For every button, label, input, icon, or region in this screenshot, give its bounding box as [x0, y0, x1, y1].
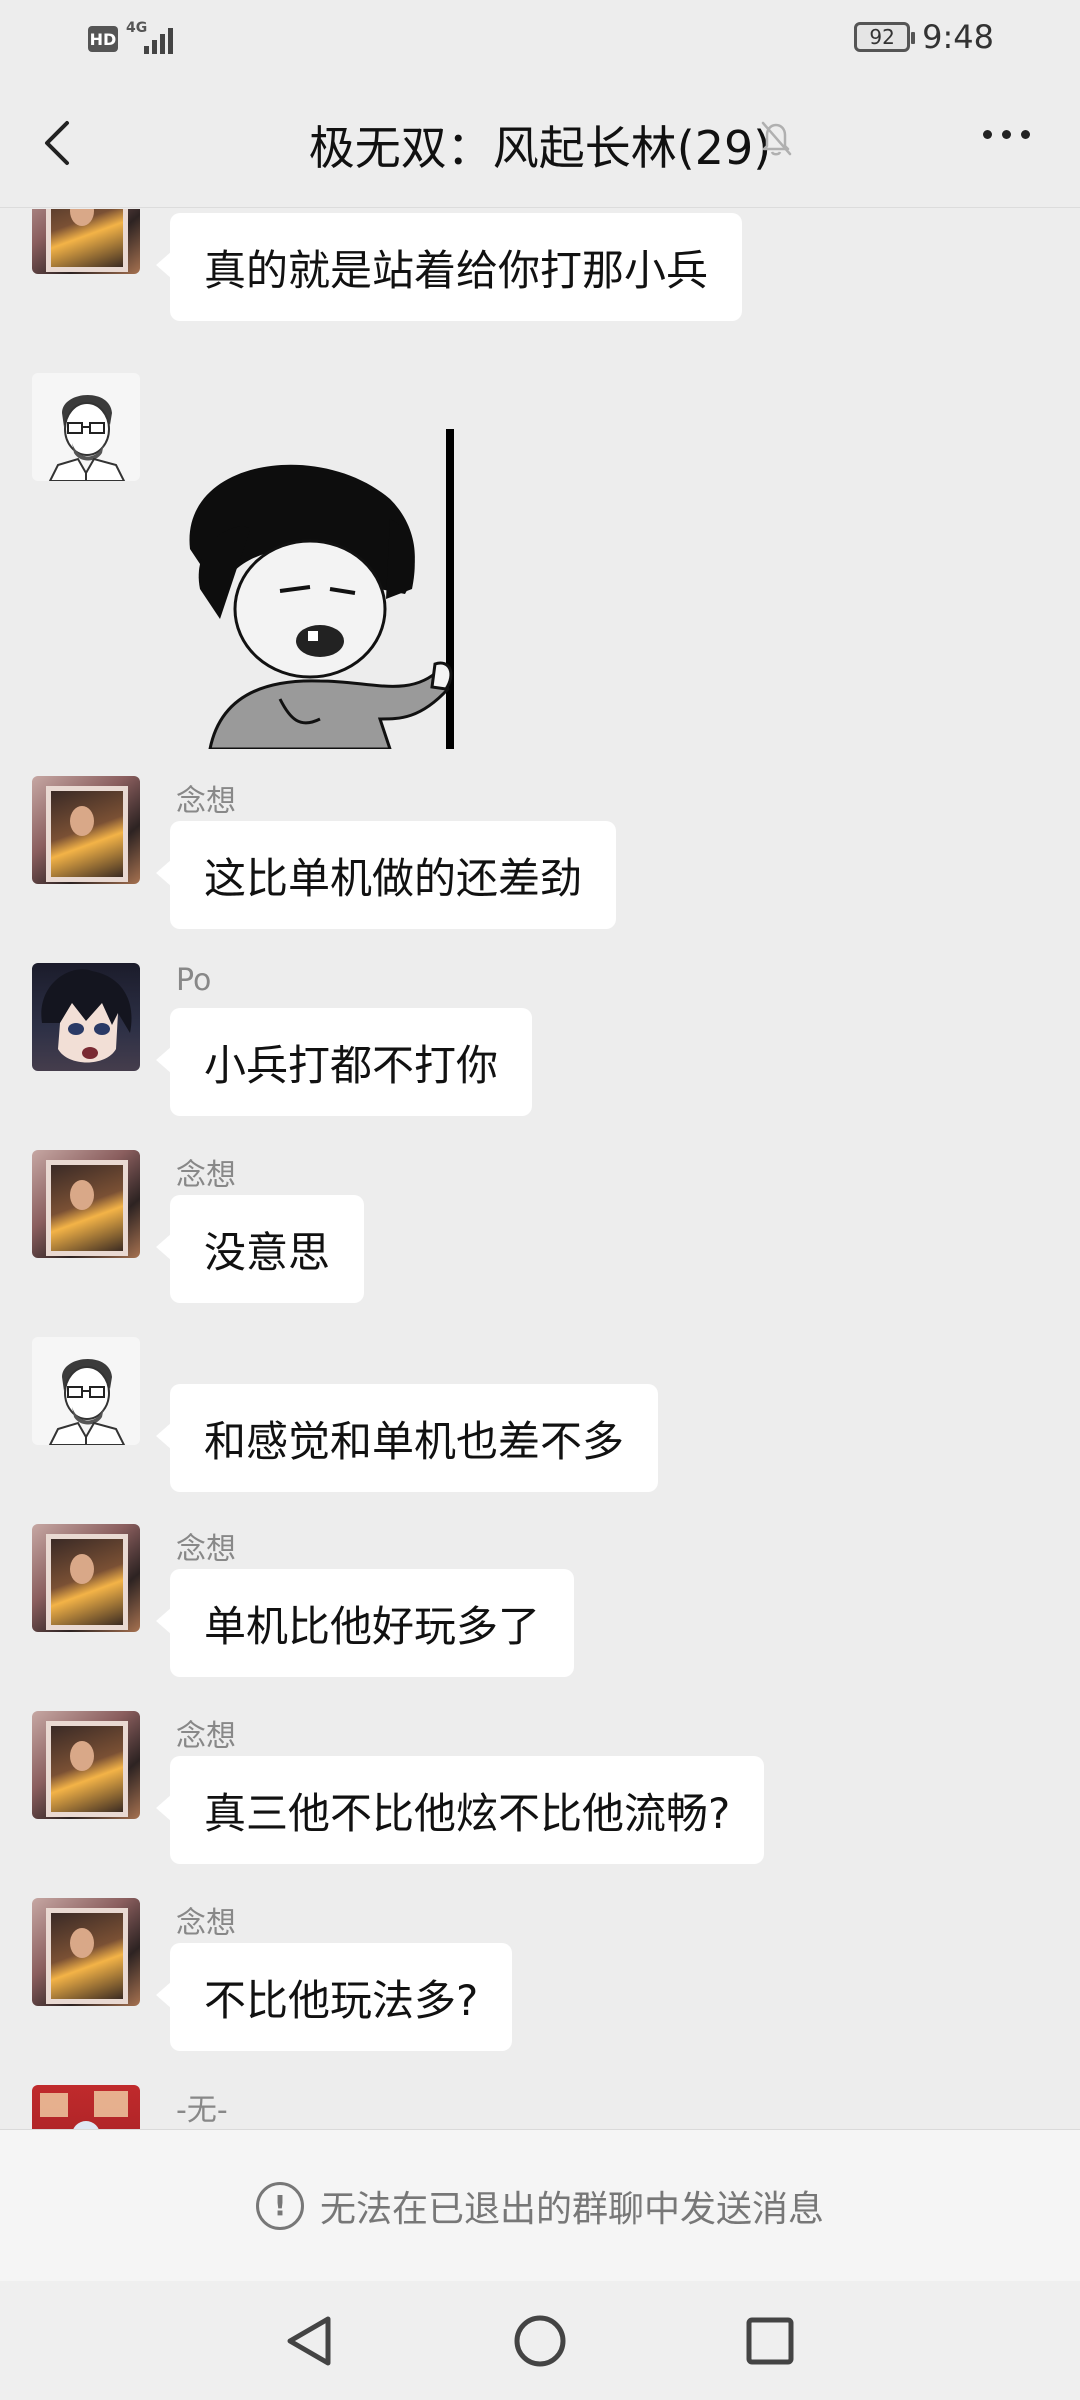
photo-avatar[interactable]	[32, 1524, 140, 1632]
battery-icon: 92	[854, 22, 916, 52]
message-bubble[interactable]: 小兵打都不打你	[155, 1008, 533, 1116]
bell-muted-icon	[761, 121, 792, 156]
photo-avatar[interactable]	[32, 776, 140, 884]
hd-badge: HD	[88, 26, 118, 52]
chat-list[interactable]: 念想 真的就是站着给你打那小兵	[0, 209, 1080, 2129]
message-text: 没意思	[204, 1227, 331, 1277]
message-bubble[interactable]: 这比单机做的还差劲	[155, 821, 617, 929]
signal-icon: 4G	[126, 20, 186, 56]
clock: 9:48	[922, 18, 994, 56]
red-avatar-icon	[40, 2091, 128, 2129]
message-text: 真三他不比他炫不比他流畅?	[204, 1788, 731, 1838]
message-bubble[interactable]: 不比他玩法多?	[155, 1943, 513, 2051]
photo-avatar[interactable]	[32, 1898, 140, 2006]
message-text: 单机比他好玩多了	[204, 1601, 541, 1651]
battery-level: 92	[869, 25, 895, 49]
message-bubble[interactable]: 单机比他好玩多了	[155, 1569, 575, 1677]
nav-recents-button[interactable]	[738, 2309, 802, 2373]
status-right: 92 9:48	[854, 18, 994, 56]
sender-name: 念想	[176, 1906, 236, 1941]
sender-name: 念想	[176, 784, 236, 819]
message-bubble[interactable]: 和感觉和单机也差不多	[155, 1384, 659, 1492]
notice-bar: ! 无法在已退出的群聊中发送消息	[0, 2129, 1080, 2281]
sender-name: -无-	[176, 2093, 228, 2128]
sticker-image[interactable]	[180, 419, 480, 749]
sender-name: 念想	[176, 1719, 236, 1754]
message-bubble[interactable]: 真的就是站着给你打那小兵	[155, 213, 743, 321]
sketch-man-avatar[interactable]	[32, 373, 140, 481]
more-dots-icon	[983, 130, 992, 139]
message-text: 和感觉和单机也差不多	[204, 1416, 625, 1466]
nav-back-button[interactable]	[276, 2309, 340, 2373]
sender-name: 念想	[176, 1158, 236, 1193]
message-text: 这比单机做的还差劲	[204, 853, 583, 903]
message-text: 小兵打都不打你	[204, 1040, 499, 1090]
anime-face-icon	[41, 969, 132, 1063]
message-text: 不比他玩法多?	[204, 1975, 479, 2025]
exclamation-circle-icon: !	[255, 2181, 304, 2230]
photo-avatar[interactable]	[32, 1711, 140, 1819]
system-nav-bar	[0, 2281, 1080, 2400]
photo-avatar[interactable]	[32, 209, 140, 274]
message-bubble[interactable]: 没意思	[155, 1195, 365, 1303]
sender-name: Po	[176, 963, 212, 998]
sender-name: 念想	[176, 209, 236, 210]
triangle-back-icon	[287, 2316, 331, 2366]
status-bar: HD 4G 92 9:48	[0, 0, 1080, 78]
circle-home-icon	[514, 2315, 566, 2367]
photo-avatar[interactable]	[32, 1150, 140, 1258]
sketch-man-icon	[48, 394, 126, 481]
square-recents-icon	[746, 2317, 794, 2365]
nav-home-button[interactable]	[508, 2309, 572, 2373]
status-left: HD 4G	[88, 20, 186, 56]
anime-avatar[interactable]	[32, 963, 140, 1071]
chat-header: 极无双：风起长林(29)	[0, 78, 1080, 208]
more-button[interactable]	[983, 130, 1030, 139]
sender-name: 念想	[176, 1532, 236, 1567]
page-title: 极无双：风起长林(29)	[308, 121, 772, 175]
message-text: 真的就是站着给你打那小兵	[204, 245, 709, 295]
notice-text: 无法在已退出的群聊中发送消息	[319, 2188, 824, 2230]
sketch-man-icon	[48, 1358, 126, 1445]
sketch-man-avatar[interactable]	[32, 1337, 140, 1445]
red-avatar[interactable]	[32, 2085, 140, 2129]
message-bubble[interactable]: 真三他不比他炫不比他流畅?	[155, 1756, 765, 1864]
